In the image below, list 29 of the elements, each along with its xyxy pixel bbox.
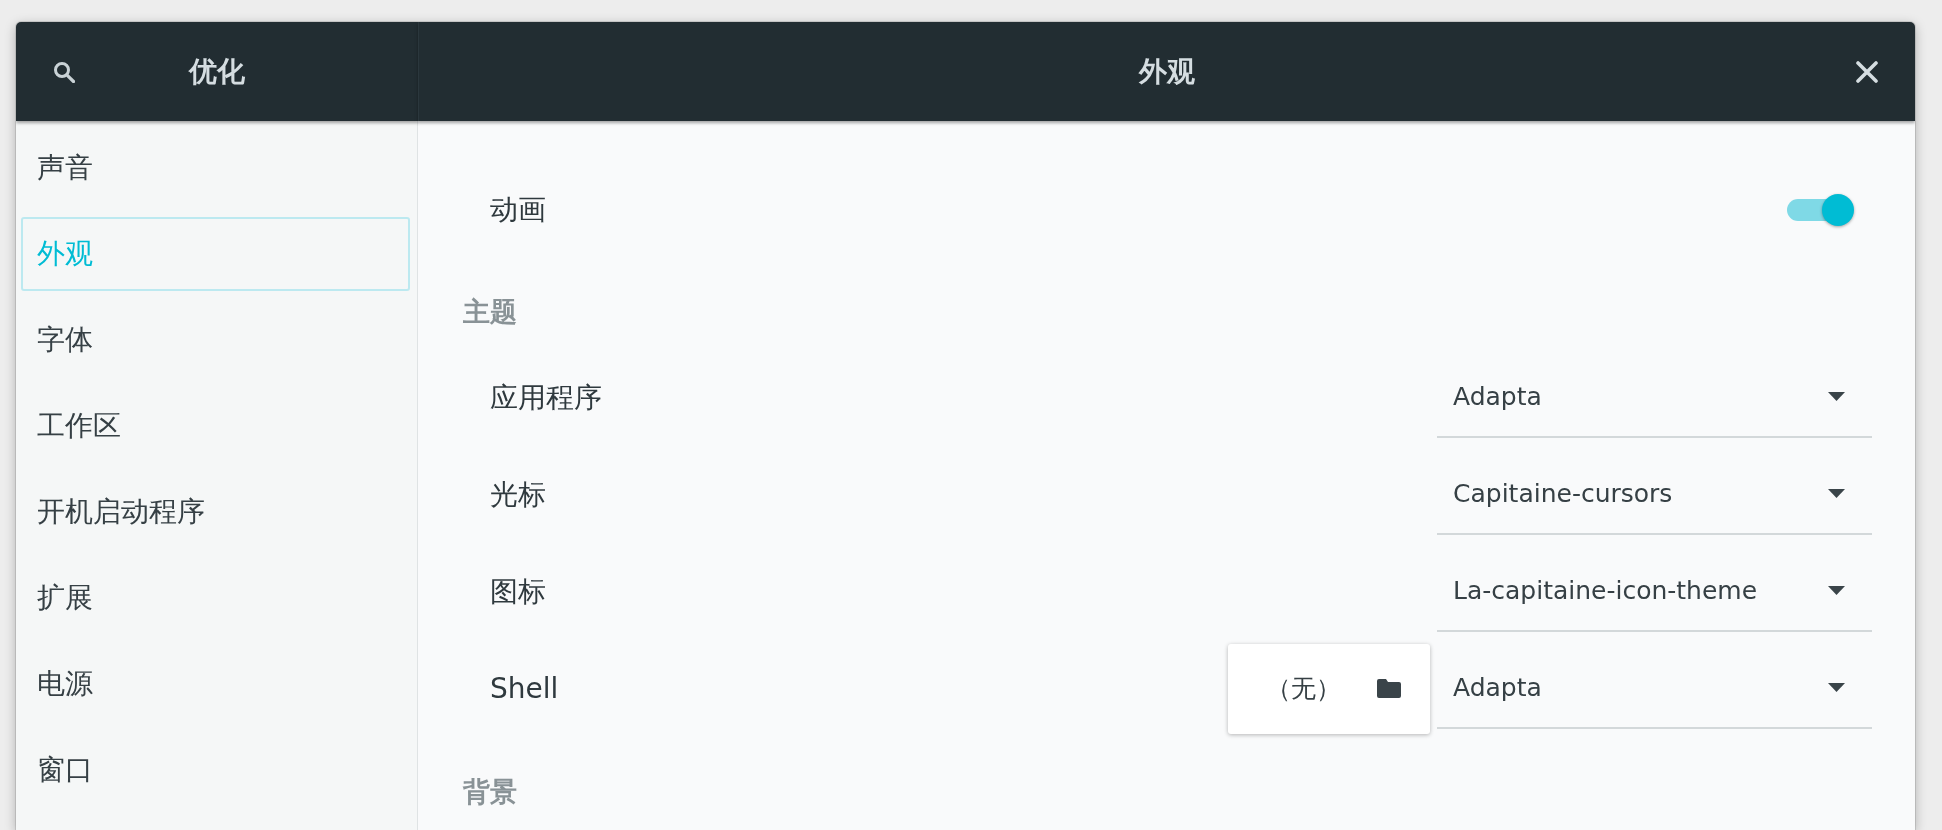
sidebar-item[interactable]: 工作区: [21, 389, 410, 463]
dropdown[interactable]: Capitaine-cursors: [1437, 454, 1872, 535]
dropdown[interactable]: La-capitaine-icon-theme: [1437, 551, 1872, 632]
sidebar-item[interactable]: 扩展: [21, 561, 410, 635]
caret-icon: [1828, 586, 1845, 595]
caret-icon: [1828, 683, 1845, 692]
folder-icon: [1377, 679, 1401, 698]
caret-icon: [1828, 392, 1845, 401]
dropdown[interactable]: Adapta: [1437, 648, 1872, 729]
file-chooser-button[interactable]: （无）: [1228, 643, 1430, 734]
dropdown[interactable]: Adapta: [1437, 357, 1872, 438]
setting-label: 动画: [490, 192, 547, 228]
sidebar-item[interactable]: 窗口: [21, 733, 410, 807]
caret-icon: [1828, 489, 1845, 498]
section-heading: 背景: [463, 777, 517, 807]
close-icon: [1856, 60, 1878, 83]
setting-label: 应用程序: [490, 379, 603, 416]
setting-label: 图标: [490, 573, 547, 610]
search-icon: [53, 60, 75, 83]
window-title: 外观: [1139, 53, 1195, 90]
sidebar-item[interactable]: 电源: [21, 647, 410, 721]
setting-label: Shell: [490, 672, 560, 705]
toggle-switch[interactable]: [1787, 193, 1855, 227]
sidebar-item[interactable]: 开机启动程序: [21, 475, 410, 549]
setting-label: 光标: [490, 476, 547, 513]
sidebar-title: 优化: [189, 53, 245, 90]
section-heading: 主题: [463, 297, 517, 327]
sidebar-item[interactable]: 字体: [21, 303, 410, 377]
sidebar-item[interactable]: 声音: [21, 131, 410, 205]
